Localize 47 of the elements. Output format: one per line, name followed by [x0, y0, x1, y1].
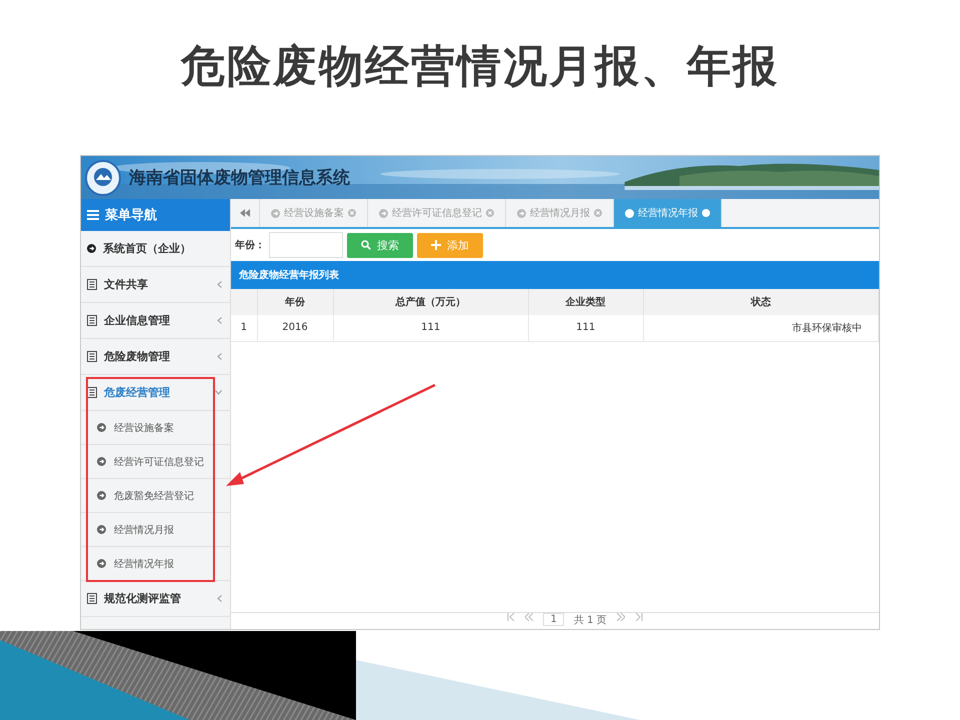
column-header: 总产值（万元）: [333, 289, 528, 315]
menu-item[interactable]: 危废经营管理: [81, 375, 230, 411]
chevron-left-icon: [217, 595, 222, 602]
column-header: 年份: [257, 289, 334, 315]
column-header: 企业类型: [528, 289, 644, 315]
submenu-item[interactable]: 经营设施备案: [81, 411, 230, 445]
menu-item[interactable]: 规范化测评监管: [81, 581, 230, 617]
table-cell: 市县环保审核中: [643, 315, 878, 341]
year-label: 年份：: [235, 238, 265, 252]
table-cell: 2016: [257, 315, 334, 341]
list-icon: [87, 279, 97, 290]
search-icon: [361, 240, 371, 250]
menu-item[interactable]: 危险废物管理: [81, 339, 230, 375]
panel-title: 危险废物经营年报列表: [231, 261, 879, 289]
menu-item[interactable]: 企业信息管理: [81, 303, 230, 339]
menu-item[interactable]: 文件共享: [81, 267, 230, 303]
slide-title: 危险废物经营情况月报、年报: [180, 40, 780, 94]
last-page-icon[interactable]: [634, 613, 643, 621]
chevron-left-icon: [217, 353, 222, 360]
plus-icon: [431, 240, 441, 250]
submenu-item[interactable]: 经营情况月报: [81, 513, 230, 547]
year-field[interactable]: [269, 232, 343, 258]
chevron-down-icon: [215, 390, 222, 395]
next-page-icon[interactable]: [616, 613, 625, 621]
nav-title: 菜单导航: [105, 206, 157, 224]
table-cell: 111: [528, 315, 644, 341]
first-page-icon[interactable]: [507, 613, 516, 621]
emblem-icon: [85, 160, 121, 196]
chevron-left-icon: [217, 317, 222, 324]
system-title: 海南省固体废物管理信息系统: [129, 167, 350, 189]
submenu-item[interactable]: 经营情况年报: [81, 547, 230, 581]
menu-item[interactable]: 系统首页（企业）: [81, 231, 230, 267]
list-icon: [87, 351, 97, 362]
page-field[interactable]: 1: [543, 613, 564, 626]
list-icon: [87, 593, 97, 604]
chevron-left-icon: [217, 281, 222, 288]
previous-page-icon[interactable]: [525, 613, 534, 621]
submenu-item[interactable]: 经营许可证信息登记: [81, 445, 230, 479]
table-cell: 111: [333, 315, 528, 341]
row-number: 1: [231, 315, 257, 341]
page-count: 共 1 页: [574, 614, 607, 627]
list-icon: [87, 315, 97, 326]
list-icon: [87, 387, 97, 398]
column-header: 状态: [643, 289, 878, 315]
menu-icon[interactable]: [87, 210, 99, 220]
submenu-item[interactable]: 危废豁免经营登记: [81, 479, 230, 513]
double-left-icon[interactable]: [240, 209, 250, 217]
